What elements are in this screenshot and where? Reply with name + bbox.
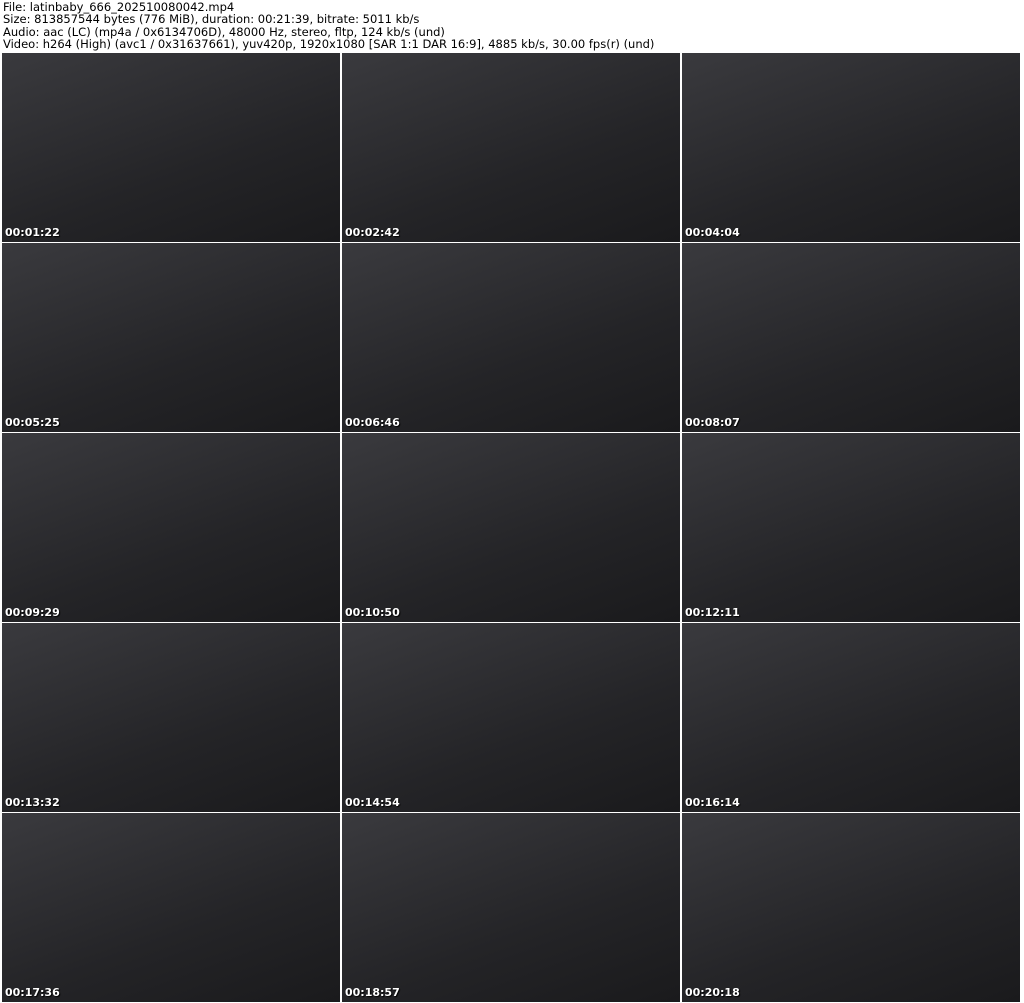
thumbnail-timestamp: 00:10:50 [345,606,400,619]
thumbnail-timestamp: 00:04:04 [685,226,740,239]
video-thumbnail: 00:05:25 [2,243,340,432]
thumbnail-timestamp: 00:13:32 [5,796,60,809]
thumbnail-timestamp: 00:05:25 [5,416,60,429]
video-thumbnail: 00:13:32 [2,623,340,812]
video-thumbnail: 00:12:11 [682,433,1020,622]
thumbnail-timestamp: 00:09:29 [5,606,60,619]
video-thumbnail: 00:04:04 [682,53,1020,242]
thumbnail-timestamp: 00:14:54 [345,796,400,809]
thumbnail-timestamp: 00:16:14 [685,796,740,809]
file-info-header: File: latinbaby_666_202510080042.mp4 Siz… [3,1,654,51]
video-thumbnail: 00:01:22 [2,53,340,242]
thumbnail-timestamp: 00:18:57 [345,986,400,999]
thumbnail-timestamp: 00:06:46 [345,416,400,429]
thumbnail-grid: 00:01:22 00:02:42 00:04:04 00:05:25 00:06:46… [2,53,1020,1002]
video-thumbnail: 00:09:29 [2,433,340,622]
video-thumbnail: 00:08:07 [682,243,1020,432]
thumbnail-timestamp: 00:20:18 [685,986,740,999]
video-thumbnail: 00:16:14 [682,623,1020,812]
thumbnail-timestamp: 00:12:11 [685,606,740,619]
file-size-info: Size: 813857544 bytes (776 MiB), duratio… [3,12,420,27]
thumbnail-timestamp: 00:08:07 [685,416,740,429]
thumbnail-timestamp: 00:01:22 [5,226,60,239]
video-thumbnail: 00:14:54 [342,623,680,812]
thumbnail-timestamp: 00:17:36 [5,986,60,999]
video-thumbnail: 00:02:42 [342,53,680,242]
video-info: Video: h264 (High) (avc1 / 0x31637661), … [3,37,655,52]
video-thumbnail: 00:06:46 [342,243,680,432]
video-thumbnail: 00:20:18 [682,813,1020,1002]
video-thumbnail: 00:10:50 [342,433,680,622]
video-thumbnail: 00:17:36 [2,813,340,1002]
video-thumbnail: 00:18:57 [342,813,680,1002]
thumbnail-timestamp: 00:02:42 [345,226,400,239]
